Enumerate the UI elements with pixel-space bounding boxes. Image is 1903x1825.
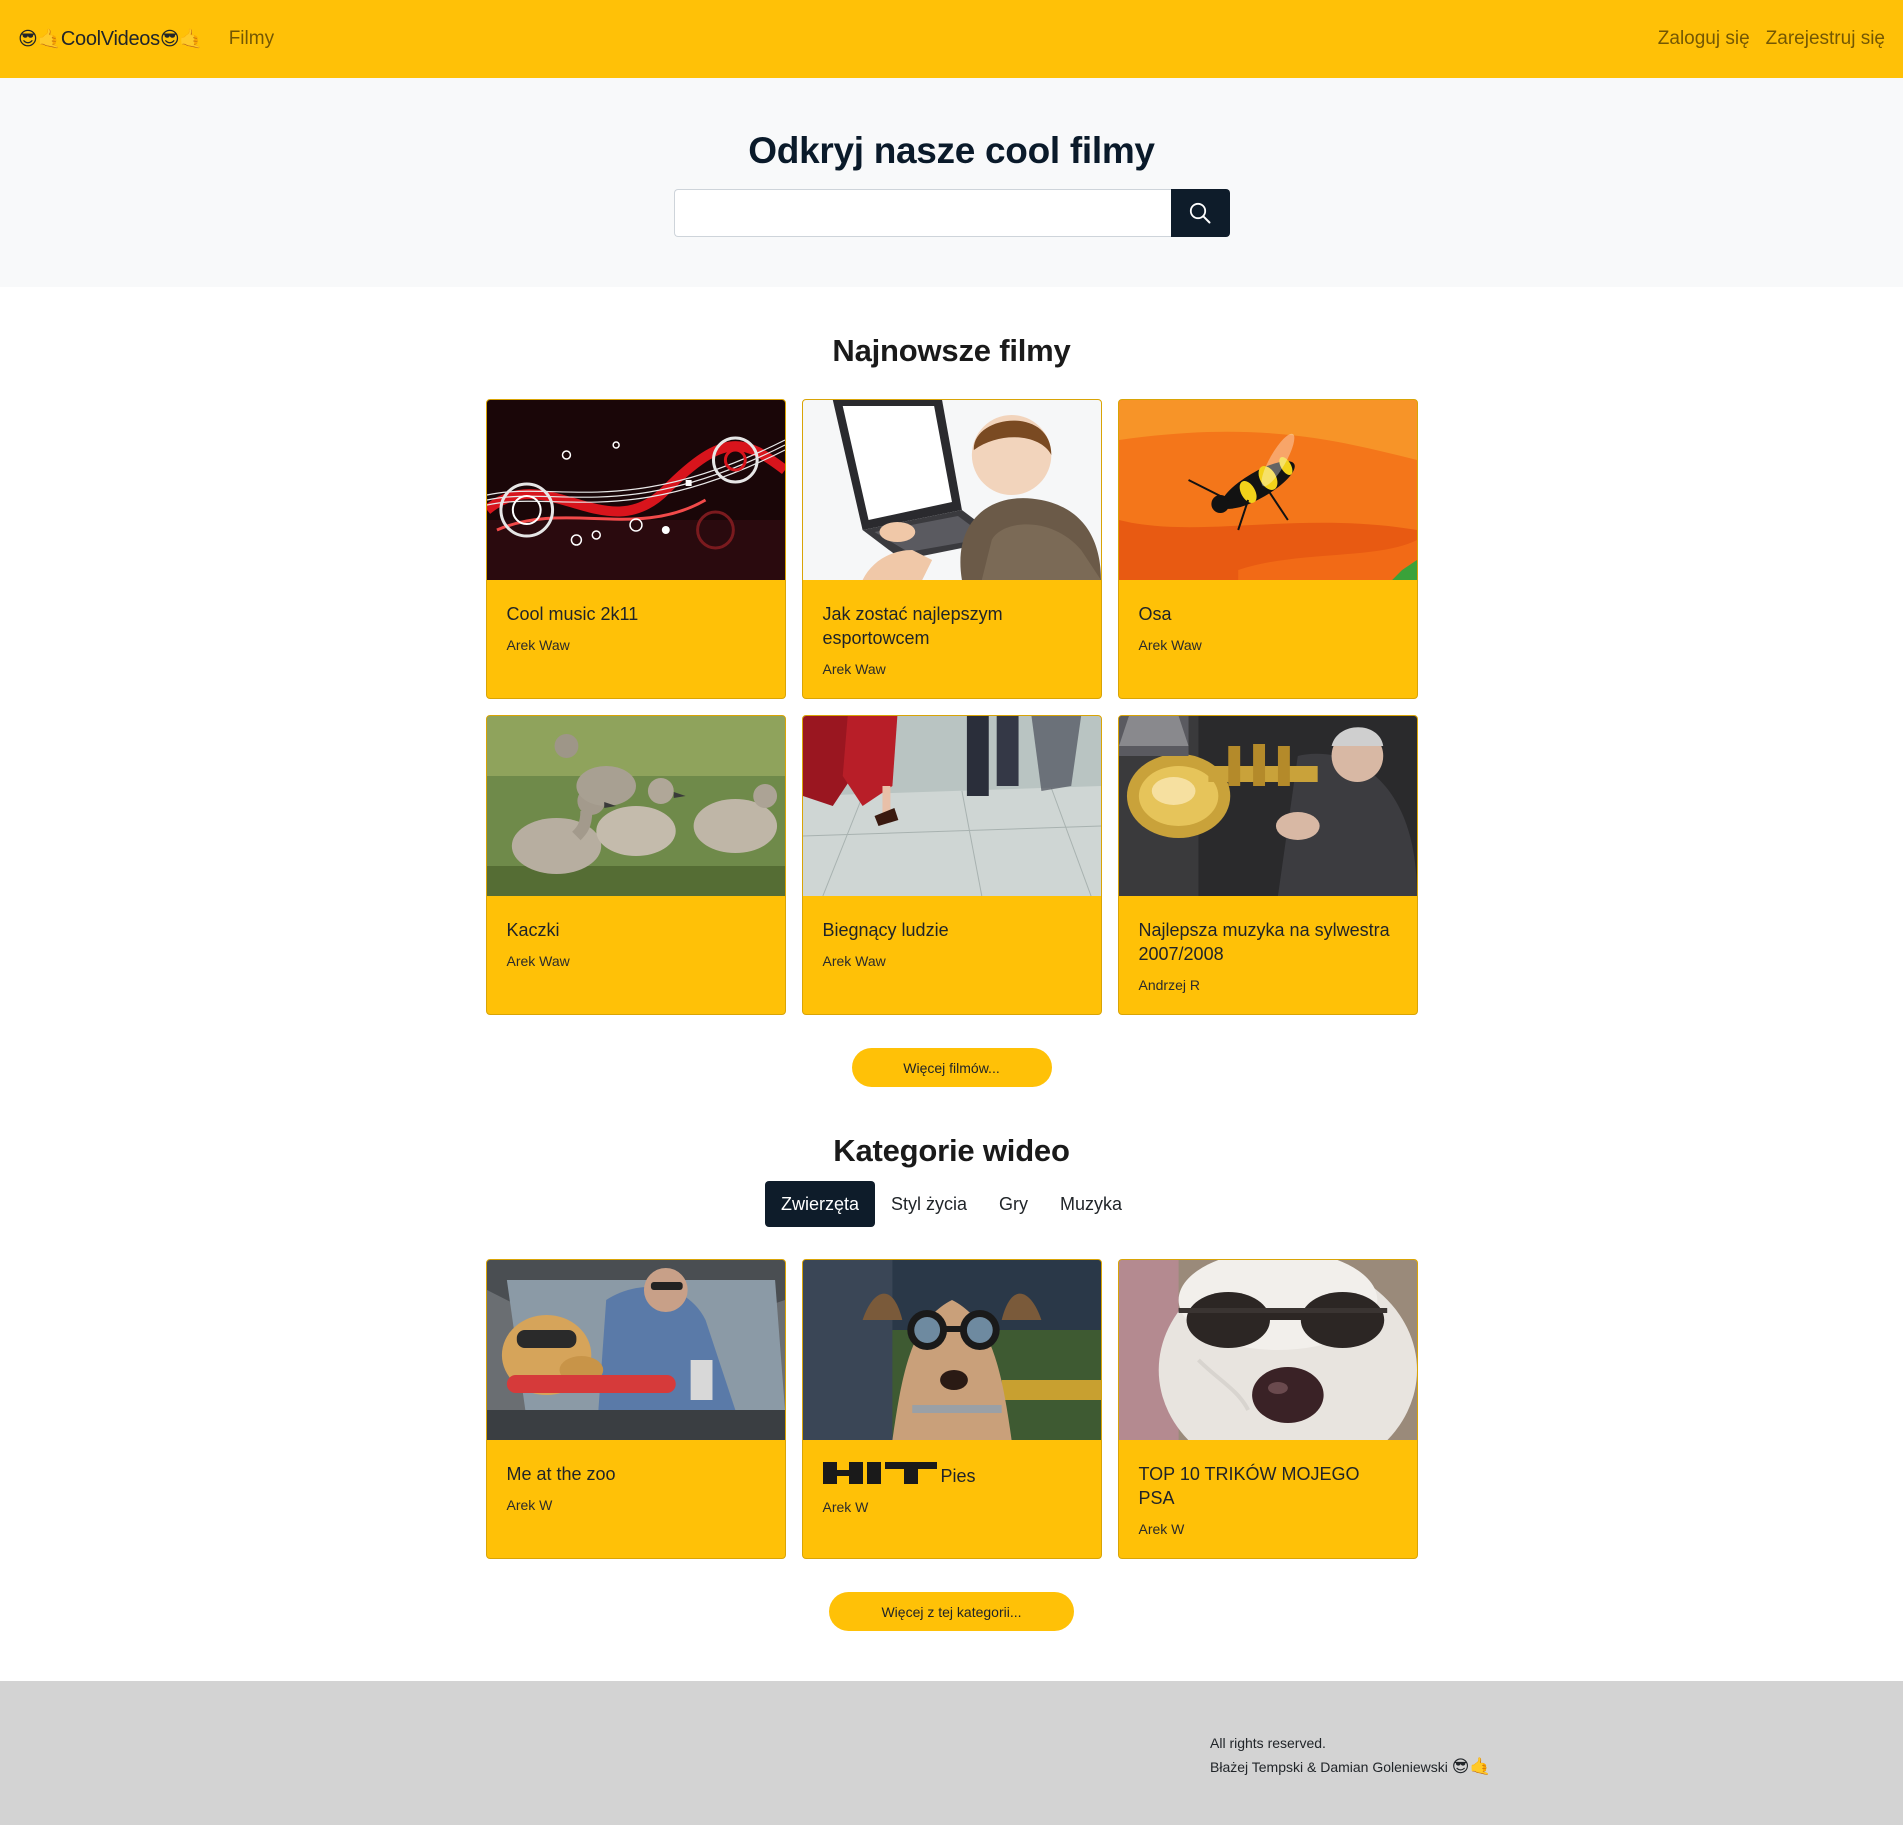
video-author: Arek Waw <box>506 953 570 969</box>
sunglasses-hand-emoji-icon: 😎🤙 <box>1451 1757 1491 1777</box>
search-icon <box>1189 202 1211 224</box>
video-card[interactable]: Osa Arek Waw <box>1117 399 1418 699</box>
video-card[interactable]: Cool music 2k11 Arek Waw <box>485 399 786 699</box>
category-tabs: Zwierzęta Styl życia Gry Muzyka <box>0 1181 1903 1227</box>
video-author: Arek Waw <box>1138 637 1202 653</box>
login-link[interactable]: Zaloguj się <box>1658 28 1750 50</box>
navbar: 😎🤙 CoolVideos 😎🤙 Filmy Zaloguj się Zarej… <box>0 0 1903 78</box>
more-videos-button[interactable]: Więcej filmów... <box>851 1048 1052 1087</box>
wasp-on-flower-thumbnail <box>1118 400 1417 580</box>
search-button[interactable] <box>1170 189 1230 237</box>
search-group <box>673 189 1230 237</box>
nav-films-link[interactable]: Filmy <box>229 28 274 50</box>
categories-section-title: Kategorie wideo <box>833 1133 1070 1168</box>
video-card[interactable]: Jak zostać najlepszym esportowcem Arek W… <box>801 399 1102 699</box>
video-card[interactable]: Me at the zoo Arek W <box>485 1259 786 1559</box>
hero-title: Odkryj nasze cool filmy <box>748 130 1155 171</box>
video-card[interactable]: Najlepsza muzyka na sylwestra 2007/2008 … <box>1117 715 1418 1015</box>
hero-section: Odkryj nasze cool filmy <box>0 78 1903 287</box>
category-video-grid: Me at the zoo Arek W Pies Arek W TOP 10 … <box>485 1259 1418 1559</box>
video-title-text: Pies <box>940 1466 976 1486</box>
dog-in-car-thumbnail <box>486 1260 785 1440</box>
video-card[interactable]: Kaczki Arek Waw <box>485 715 786 1015</box>
video-title: Cool music 2k11 <box>506 604 639 624</box>
sunglasses-hand-emoji-icon: 😎🤙 <box>18 27 61 50</box>
video-title: Me at the zoo <box>506 1464 616 1484</box>
video-card[interactable]: Pies Arek W <box>801 1259 1102 1559</box>
hit-badge-icon <box>822 1462 937 1484</box>
video-author: Arek Waw <box>822 661 886 677</box>
footer-authors: Błażej Tempski & Damian Goleniewski <box>1210 1759 1448 1775</box>
brand-name: CoolVideos <box>60 27 160 50</box>
video-title: Pies <box>822 1462 1081 1488</box>
dog-goggles-thumbnail <box>802 1260 1101 1440</box>
video-title: Osa <box>1138 604 1172 624</box>
cygnets-on-grass-thumbnail <box>486 716 785 896</box>
sunglasses-hand-emoji-icon: 😎🤙 <box>159 27 203 50</box>
nav-left: 😎🤙 CoolVideos 😎🤙 Filmy <box>18 28 274 51</box>
register-link[interactable]: Zarejestruj się <box>1766 28 1885 50</box>
brass-band-thumbnail <box>1118 716 1417 896</box>
abstract-music-art-thumbnail <box>486 400 785 580</box>
video-title: Kaczki <box>506 920 560 940</box>
video-author: Arek W <box>1138 1521 1185 1537</box>
video-card[interactable]: Biegnący ludzie Arek Waw <box>801 715 1102 1015</box>
video-card[interactable]: TOP 10 TRIKÓW MOJEGO PSA Arek W <box>1117 1259 1418 1559</box>
video-author: Arek W <box>506 1497 553 1513</box>
people-walking-thumbnail <box>802 716 1101 896</box>
search-input[interactable] <box>673 189 1171 237</box>
footer-rights: All rights reserved. <box>1210 1735 1326 1751</box>
tab-styl-zycia[interactable]: Styl życia <box>875 1181 983 1227</box>
video-author: Arek Waw <box>506 637 570 653</box>
tab-muzyka[interactable]: Muzyka <box>1044 1181 1138 1227</box>
video-title: Jak zostać najlepszym esportowcem <box>822 604 1003 648</box>
footer-text: All rights reserved. Błażej Tempski & Da… <box>1210 1731 1491 1779</box>
tab-gry[interactable]: Gry <box>983 1181 1044 1227</box>
video-author: Andrzej R <box>1138 977 1200 993</box>
video-title: TOP 10 TRIKÓW MOJEGO PSA <box>1138 1464 1360 1508</box>
video-author: Arek W <box>822 1499 869 1515</box>
brand-link[interactable]: 😎🤙 CoolVideos 😎🤙 <box>18 28 203 51</box>
nav-right: Zaloguj się Zarejestruj się <box>1642 28 1885 50</box>
white-dog-sunglasses-thumbnail <box>1118 1260 1417 1440</box>
video-author: Arek Waw <box>822 953 886 969</box>
tab-zwierzeta[interactable]: Zwierzęta <box>764 1181 875 1227</box>
video-title: Biegnący ludzie <box>822 920 949 940</box>
newest-section-title: Najnowsze filmy <box>832 333 1071 368</box>
newest-video-grid: Cool music 2k11 Arek Waw Jak zostać najl… <box>485 399 1418 1015</box>
footer-authors-line: Błażej Tempski & Damian Goleniewski 😎🤙 <box>1210 1755 1491 1779</box>
footer: All rights reserved. Błażej Tempski & Da… <box>0 1681 1903 1825</box>
video-title: Najlepsza muzyka na sylwestra 2007/2008 <box>1138 920 1390 964</box>
more-in-category-button[interactable]: Więcej z tej kategorii... <box>829 1592 1074 1631</box>
boy-with-laptop-thumbnail <box>802 400 1101 580</box>
